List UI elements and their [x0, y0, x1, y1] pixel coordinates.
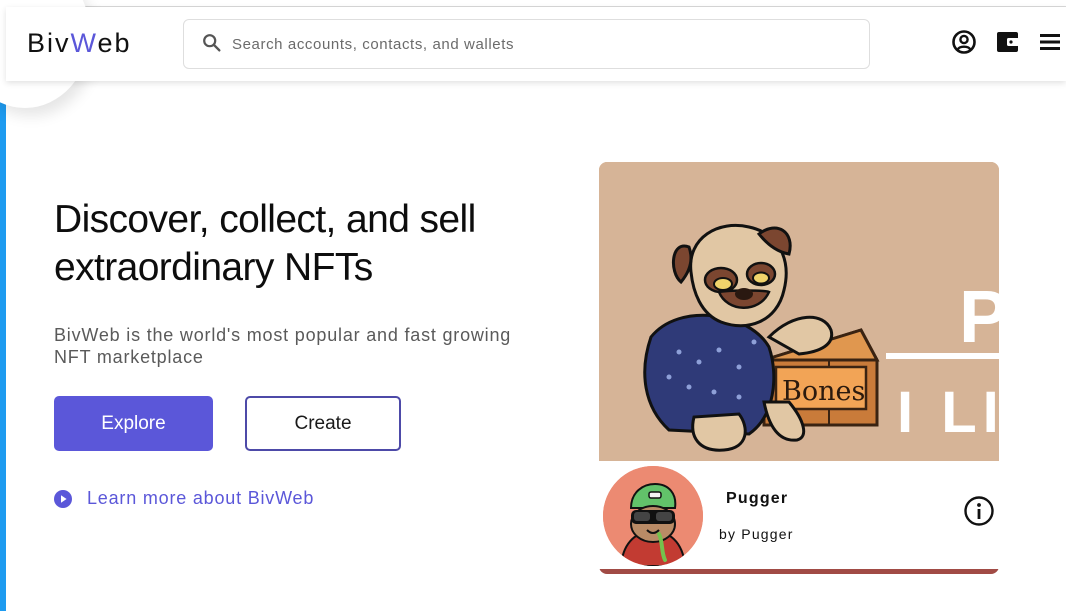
art-side-text-top: P	[959, 275, 999, 358]
nft-creator-avatar[interactable]	[603, 466, 703, 566]
search-bar[interactable]	[183, 19, 870, 69]
search-icon	[203, 34, 221, 52]
pug-illustration: P I LI Bones	[599, 162, 999, 461]
wallet-icon[interactable]	[994, 28, 1022, 56]
create-button[interactable]: Create	[245, 396, 401, 451]
hero-title: Discover, collect, and sell extraordinar…	[54, 196, 534, 292]
logo-text-eb: eb	[97, 28, 132, 58]
info-icon[interactable]	[963, 495, 995, 527]
nft-card[interactable]: P I LI Bones Pugger by Pugger	[599, 162, 999, 574]
nft-artwork: P I LI Bones	[599, 162, 999, 461]
art-box-label: Bones	[782, 376, 865, 407]
search-input[interactable]	[232, 33, 832, 55]
hero-title-line2: extraordinary NFTs	[54, 246, 373, 289]
play-circle-icon	[54, 489, 72, 508]
art-side-text-bottom: I LI	[897, 380, 999, 445]
nft-creator[interactable]: by Pugger	[719, 526, 794, 542]
nft-card-bottom-bar	[599, 569, 999, 574]
top-header: BivWeb	[6, 7, 1066, 81]
learn-more-label: Learn more about BivWeb	[87, 488, 315, 508]
logo-text-biv: Biv	[27, 28, 71, 58]
account-icon[interactable]	[950, 28, 978, 56]
menu-icon[interactable]	[1036, 28, 1064, 56]
explore-button[interactable]: Explore	[54, 396, 213, 451]
hero-subtitle: BivWeb is the world's most popular and f…	[54, 325, 512, 367]
brand-logo[interactable]: BivWeb	[27, 28, 132, 59]
learn-more-link[interactable]: Learn more about BivWeb	[54, 488, 314, 509]
hero-title-line1: Discover, collect, and sell	[54, 198, 476, 241]
nft-name[interactable]: Pugger	[726, 490, 788, 508]
pug-avatar-image	[603, 466, 703, 566]
logo-text-w: W	[70, 28, 98, 58]
nft-card-footer: Pugger by Pugger	[599, 461, 999, 574]
